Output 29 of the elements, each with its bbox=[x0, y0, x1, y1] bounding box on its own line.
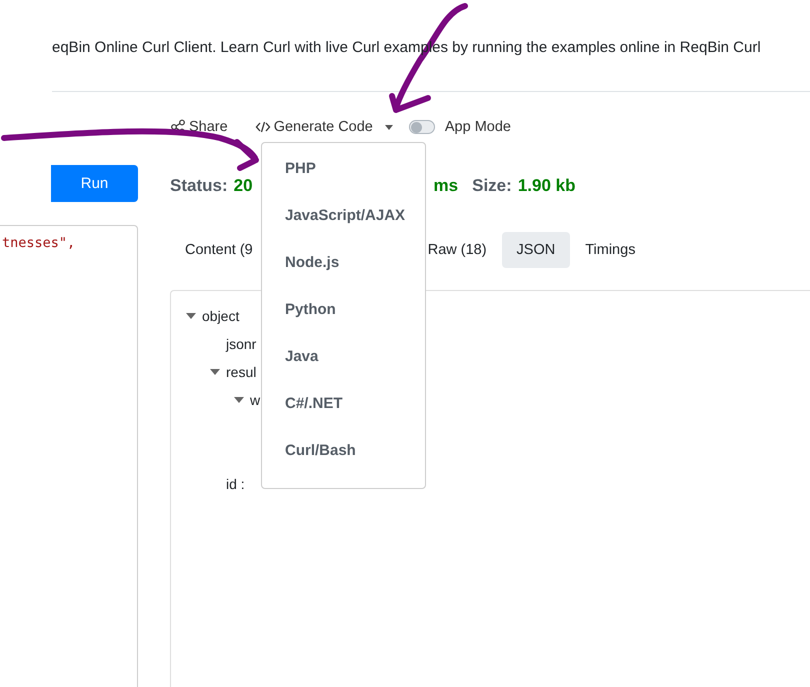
code-icon bbox=[254, 119, 271, 135]
dropdown-item[interactable]: Curl/Bash bbox=[262, 433, 425, 480]
expand-triangle-icon[interactable] bbox=[210, 369, 220, 375]
dropdown-item[interactable]: Java bbox=[262, 339, 425, 386]
code-editor[interactable]: tnesses", bbox=[0, 225, 138, 687]
json-key: jsonr bbox=[226, 336, 256, 352]
run-button[interactable]: Run bbox=[51, 165, 138, 202]
generate-code-dropdown[interactable]: Generate Code bbox=[254, 119, 393, 135]
json-key: object bbox=[202, 308, 240, 324]
caret-icon bbox=[384, 124, 393, 130]
dropdown-item[interactable]: PHP bbox=[262, 151, 425, 198]
dropdown-item[interactable]: C#/.NET bbox=[262, 386, 425, 433]
response-tab[interactable]: JSON bbox=[502, 232, 570, 268]
status-label: Status: bbox=[170, 176, 228, 196]
expand-triangle-icon[interactable] bbox=[234, 397, 244, 403]
size-label: Size: bbox=[472, 176, 512, 196]
json-key: id : bbox=[226, 476, 245, 492]
status-code: 20 bbox=[234, 176, 253, 196]
app-mode-toggle[interactable] bbox=[408, 120, 435, 134]
response-tab[interactable]: Timings bbox=[570, 232, 650, 268]
share-link[interactable]: Share bbox=[170, 119, 228, 135]
json-key: w bbox=[250, 392, 260, 408]
code-line: tnesses", bbox=[1, 235, 76, 251]
size-value: 1.90 kb bbox=[518, 176, 576, 196]
app-mode-label: App Mode bbox=[444, 119, 511, 135]
expand-triangle-icon[interactable] bbox=[186, 313, 196, 319]
json-key: resul bbox=[226, 364, 256, 380]
time-value: ms bbox=[434, 176, 458, 196]
dropdown-item[interactable]: Python bbox=[262, 292, 425, 339]
